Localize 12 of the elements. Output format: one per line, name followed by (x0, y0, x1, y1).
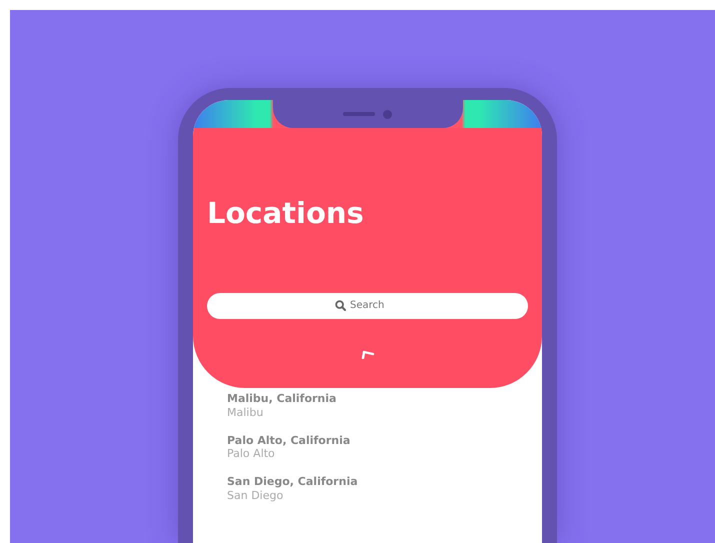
location-subtitle: San Diego (227, 488, 284, 502)
search-icon (335, 300, 346, 312)
location-subtitle: Palo Alto (227, 447, 276, 461)
chevron-icon[interactable] (360, 348, 374, 359)
location-name[interactable]: Malibu, California (227, 392, 542, 406)
location-name[interactable]: Palo Alto, California (227, 434, 542, 448)
camera-icon (383, 110, 392, 118)
search-field[interactable]: Search (350, 298, 400, 314)
speaker-icon (343, 112, 375, 116)
location-subtitle: Malibu (227, 406, 264, 420)
location-name[interactable]: San Diego, California (227, 475, 542, 489)
page-title: Locations (207, 196, 365, 231)
